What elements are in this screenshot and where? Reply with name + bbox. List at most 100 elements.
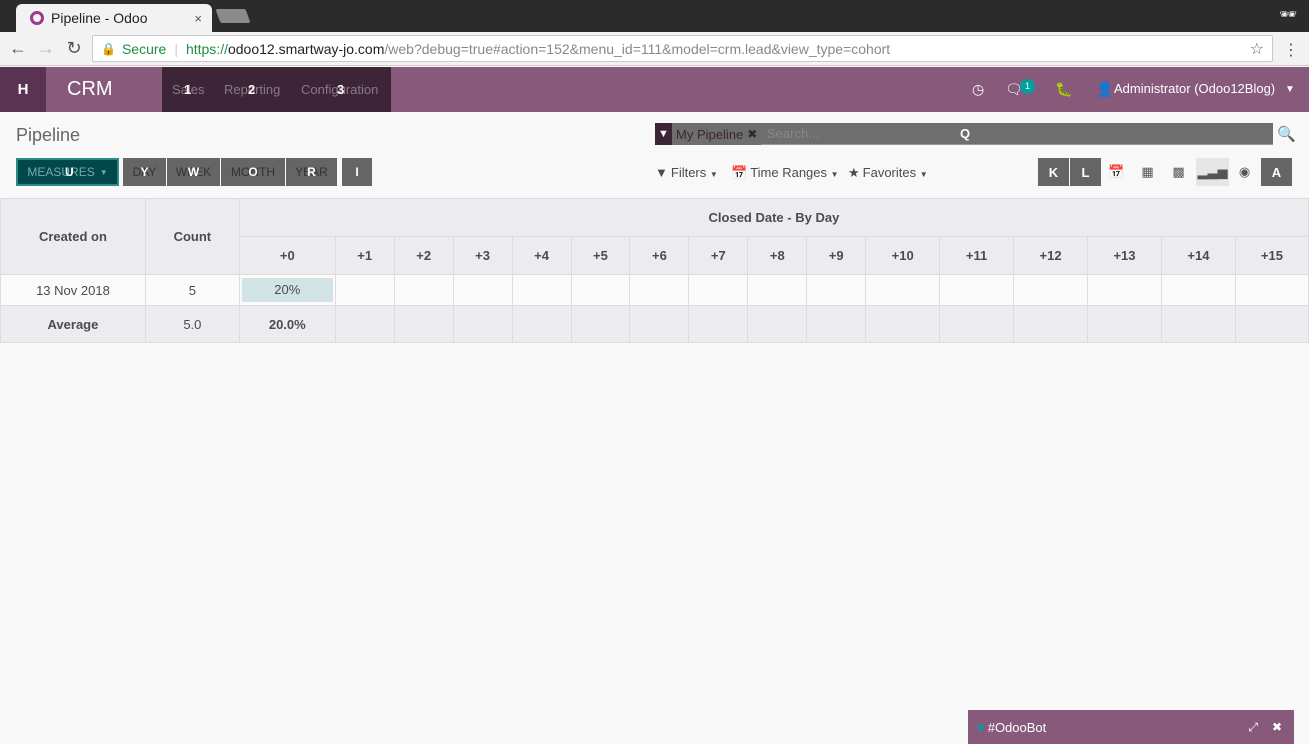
filters-dropdown[interactable]: ▼ Filters ▼ <box>655 165 718 180</box>
average-row: Average 5.0 20.0% <box>0 305 1309 343</box>
browser-tabbar: Pipeline - Odoo × 🕶 <box>0 0 1309 32</box>
view-kanban-button[interactable]: K <box>1038 158 1069 186</box>
incognito-icon: 🕶 <box>1279 6 1297 22</box>
url-bar[interactable]: 🔒 Secure | https:// odoo12.smartway-jo.c… <box>92 35 1273 62</box>
odoo-navbar: H CRM Sales 1 Reporting 2 Configuration … <box>0 67 1309 112</box>
period-cell <box>1160 274 1236 306</box>
interval-month-button[interactable]: MONTH O <box>221 158 285 186</box>
period-header: +0 <box>238 236 336 275</box>
facet-label: My Pipeline <box>676 126 744 142</box>
dashboard-view-icon[interactable]: ◉ <box>1229 158 1260 186</box>
col-count[interactable]: Count <box>144 198 240 275</box>
period-header: +6 <box>629 236 690 275</box>
lock-icon: 🔒 <box>101 41 116 56</box>
view-list-button[interactable]: L <box>1070 158 1101 186</box>
filters-caret-icon: ▼ <box>709 170 718 179</box>
period-cell <box>939 274 1015 306</box>
row-date: 13 Nov 2018 <box>0 274 146 306</box>
menu-reporting-hotkey: 2 <box>248 82 256 97</box>
url-separator: | <box>174 40 178 57</box>
browser-menu-icon[interactable]: ⋮ <box>1283 40 1299 60</box>
table-row[interactable]: 13 Nov 2018 5 20% <box>0 274 1309 306</box>
search-facet[interactable]: ▼ My Pipeline ✖ <box>655 123 762 145</box>
user-menu[interactable]: Administrator (Odoo12Blog) <box>1114 81 1275 96</box>
period-header: +8 <box>747 236 808 275</box>
avg-period-cell <box>570 305 631 343</box>
measures-label: MEASURES <box>27 165 95 179</box>
apps-menu-button[interactable]: H <box>0 67 46 112</box>
measures-button[interactable]: MEASURES ▼ U <box>16 158 119 186</box>
filter-funnel-icon: ▼ <box>655 123 672 145</box>
forward-icon[interactable]: → <box>36 38 56 59</box>
back-icon[interactable]: ← <box>8 38 28 59</box>
calendar-icon: 📅 <box>731 165 748 180</box>
avg-period-cell <box>393 305 454 343</box>
view-activity-button[interactable]: A <box>1261 158 1292 186</box>
interval-week-button[interactable]: WEEK W <box>167 158 220 186</box>
search-bar[interactable]: ▼ My Pipeline ✖ Search... Q <box>655 123 1273 145</box>
time-ranges-dropdown[interactable]: 📅 Time Ranges ▼ <box>731 165 839 181</box>
favorites-label: Favorites <box>862 165 917 180</box>
interval-year-hotkey: R <box>307 165 316 179</box>
calendar-view-icon[interactable]: 📅 <box>1101 158 1132 186</box>
row-period-0[interactable]: 20% <box>238 274 336 306</box>
avg-period-cell <box>1160 305 1236 343</box>
search-hotkey: Q <box>960 126 971 141</box>
favorites-dropdown[interactable]: ★ Favorites ▼ <box>848 165 928 181</box>
chat-badge: 1 <box>1020 79 1035 94</box>
avg-period-cell <box>334 305 395 343</box>
graph-view-icon[interactable]: ▩ <box>1163 158 1194 186</box>
new-tab-button[interactable] <box>215 9 251 23</box>
odoobot-chat-window[interactable]: ♥ #OdooBot ⤢ ✖ <box>968 710 1294 744</box>
close-icon[interactable]: ✖ <box>1272 720 1282 734</box>
period-cell <box>1013 274 1088 306</box>
search-input[interactable]: Search... <box>767 126 819 141</box>
search-icon[interactable]: 🔍 <box>1277 125 1296 143</box>
avg-period-cell <box>865 305 941 343</box>
period-cell <box>1087 274 1162 306</box>
interval-week-hotkey: W <box>187 165 200 179</box>
pivot-view-icon[interactable]: ▦ <box>1132 158 1163 186</box>
avg-period-cell <box>806 305 867 343</box>
filters-label: Filters <box>670 165 707 180</box>
browser-toolbar: ← → ↻ 🔒 Secure | https:// odoo12.smartwa… <box>0 32 1309 66</box>
period-header: +7 <box>688 236 749 275</box>
period-header: +4 <box>511 236 572 275</box>
avg-count: 5.0 <box>144 305 240 343</box>
avg-period-cell <box>452 305 513 343</box>
bookmark-star-icon[interactable]: ☆ <box>1250 39 1264 59</box>
period-cell <box>570 274 631 306</box>
period-cell <box>865 274 941 306</box>
tab-close-icon[interactable]: × <box>194 11 202 26</box>
favorites-caret-icon: ▼ <box>919 170 928 179</box>
reload-icon[interactable]: ↻ <box>64 38 84 59</box>
period-cell <box>629 274 690 306</box>
facet-remove-icon[interactable]: ✖ <box>747 127 761 141</box>
interval-day-button[interactable]: DAY Y <box>123 158 166 186</box>
measures-hotkey: U <box>65 165 74 179</box>
period-0-value: 20% <box>241 278 333 302</box>
avg-period-cell <box>747 305 808 343</box>
odoo-favicon-icon <box>30 11 44 25</box>
avg-period-cell <box>688 305 749 343</box>
cohort-view-icon[interactable]: ▂▃▅ <box>1196 158 1229 186</box>
download-hotkey: I <box>355 165 359 179</box>
expand-icon[interactable]: ⤢ <box>1248 720 1258 735</box>
browser-tab[interactable]: Pipeline - Odoo × <box>16 4 212 32</box>
debug-bug-icon[interactable]: 🐛 <box>1055 81 1072 98</box>
col-created-on[interactable]: Created on <box>0 198 146 275</box>
star-icon: ★ <box>848 165 860 180</box>
period-header: +5 <box>570 236 631 275</box>
user-caret-icon[interactable]: ▼ <box>1285 84 1295 95</box>
activity-clock-icon[interactable]: ◷ <box>972 81 984 98</box>
tab-title: Pipeline - Odoo <box>51 10 148 26</box>
avg-label: Average <box>0 305 146 343</box>
time-ranges-label: Time Ranges <box>750 165 828 180</box>
interval-year-button[interactable]: YEAR R <box>286 158 337 186</box>
app-brand[interactable]: CRM <box>67 78 113 101</box>
breadcrumb-title: Pipeline <box>16 125 81 145</box>
download-button[interactable]: I <box>342 158 372 186</box>
period-header: +1 <box>334 236 395 275</box>
interval-day-hotkey: Y <box>140 165 149 179</box>
cohort-table: Created on Count Closed Date - By Day +0… <box>0 198 1309 343</box>
